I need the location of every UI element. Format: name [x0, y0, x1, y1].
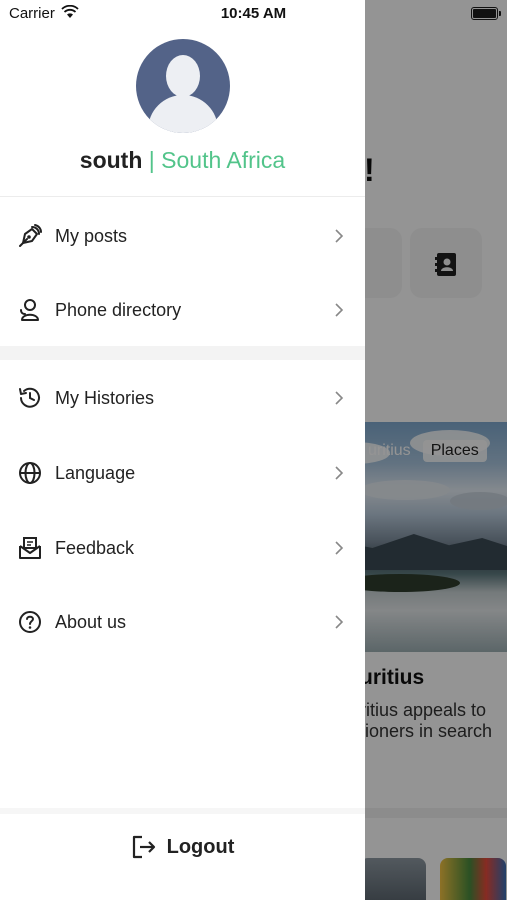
menu-item-label: My posts	[55, 225, 128, 246]
chevron-right-icon	[335, 541, 344, 555]
chevron-right-icon	[335, 229, 344, 243]
chevron-right-icon	[335, 615, 344, 629]
logout-button[interactable]: Logout	[0, 814, 365, 880]
contact-person-icon	[20, 299, 39, 321]
menu-item-label: My Histories	[55, 387, 155, 408]
mail-feedback-icon	[19, 537, 41, 559]
menu-item-my-posts[interactable]: My posts	[0, 199, 365, 273]
logout-label: Logout	[166, 835, 235, 858]
menu-item-language[interactable]: Language	[0, 436, 365, 510]
battery-icon	[471, 7, 501, 20]
menu-item-label: About us	[55, 611, 127, 632]
profile-country: South Africa	[161, 147, 286, 173]
chevron-right-icon	[335, 303, 344, 317]
profile-name: south	[79, 147, 143, 173]
chevron-right-icon	[335, 391, 344, 405]
menu-item-label: Feedback	[55, 537, 135, 558]
menu-item-label: Language	[55, 462, 136, 483]
chevron-right-icon	[335, 466, 344, 480]
menu-item-label: Phone directory	[55, 299, 182, 320]
avatar[interactable]	[136, 39, 230, 133]
question-circle-icon	[19, 611, 41, 633]
menu-item-phone-directory[interactable]: Phone directory	[0, 273, 365, 347]
profile-line: south | South Africa	[0, 147, 365, 174]
globe-icon	[19, 462, 41, 484]
menu-item-my-histories[interactable]: My Histories	[0, 361, 365, 435]
section-separator	[0, 346, 365, 360]
profile-separator: |	[148, 147, 155, 173]
pen-nib-icon	[19, 224, 42, 247]
menu-item-feedback[interactable]: Feedback	[0, 511, 365, 585]
divider	[0, 196, 365, 197]
menu-item-about-us[interactable]: About us	[0, 585, 365, 659]
logout-icon	[132, 835, 155, 859]
side-drawer: south | South Africa My posts Phone dire…	[0, 0, 365, 900]
clock: 10:45 AM	[220, 5, 287, 22]
history-clock-icon	[19, 387, 40, 408]
status-bar: Carrier 10:45 AM	[0, 0, 507, 28]
